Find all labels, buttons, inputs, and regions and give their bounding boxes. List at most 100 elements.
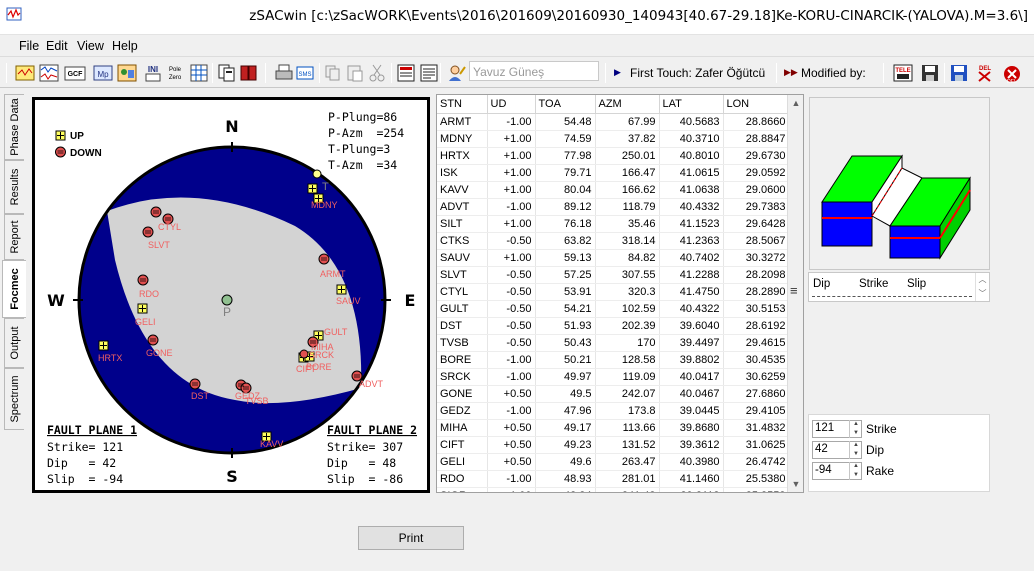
strike-spin-buttons[interactable]: ▲ ▼ <box>849 420 862 438</box>
dip-down-icon[interactable]: ▼ <box>850 450 862 459</box>
ini-icon[interactable]: INI <box>142 62 164 84</box>
tab-focmec[interactable]: Focmec <box>2 260 26 318</box>
table-header: STN UD TOA AZM LAT LON <box>437 95 790 114</box>
analyst-field[interactable]: Yavuz Güneş <box>469 61 599 81</box>
table-cell-stn: ADVT <box>437 198 488 216</box>
down-marker[interactable] <box>147 334 159 346</box>
table-row[interactable]: SILT +1.00 76.18 35.46 41.1523 29.6428 <box>437 215 790 233</box>
down-marker[interactable] <box>142 226 154 238</box>
open-event-icon[interactable] <box>14 62 36 84</box>
down-marker[interactable] <box>150 206 162 218</box>
table-row[interactable]: HRTX +1.00 77.98 250.01 40.8010 29.6730 <box>437 147 790 165</box>
menu-help[interactable]: Help <box>112 39 138 53</box>
beachball-plot[interactable]: N E S W UP DOWN P-Plung=86 P-Azm =254 T-… <box>35 100 427 490</box>
table-row[interactable]: TVSB -0.50 50.43 170 39.4497 29.4615 <box>437 334 790 352</box>
table-row[interactable]: MDNY +1.00 74.59 37.82 40.3710 28.8847 <box>437 130 790 148</box>
scroll-up-arrow[interactable]: ▲ <box>788 95 803 111</box>
rake-down-icon[interactable]: ▼ <box>850 471 862 480</box>
rake-up-icon[interactable]: ▲ <box>850 462 862 471</box>
delete-all-icon[interactable]: DEL <box>1001 62 1023 85</box>
strike-up-icon[interactable]: ▲ <box>850 420 862 429</box>
table-row[interactable]: ADVT -1.00 89.12 118.79 40.4332 29.7383 <box>437 198 790 216</box>
table-row[interactable]: GULT -0.50 54.21 102.59 40.4322 30.5153 <box>437 300 790 318</box>
copy-pages-icon[interactable] <box>216 62 238 84</box>
table-row[interactable]: SAUV +1.00 59.13 84.82 40.7402 30.3272 <box>437 249 790 267</box>
station-label-tvsb: TVSB <box>245 396 269 406</box>
waveform-icon[interactable] <box>38 62 60 84</box>
column-header[interactable]: LON <box>723 95 790 114</box>
column-header[interactable]: UD <box>487 95 536 114</box>
table-row[interactable]: GELI +0.50 49.6 263.47 40.3980 26.4742 <box>437 453 790 471</box>
list-spinner[interactable]: ︿ ﹀ <box>975 273 989 301</box>
table-row[interactable]: ISK +1.00 79.71 166.47 41.0615 29.0592 <box>437 164 790 182</box>
cut-icon[interactable] <box>366 62 388 84</box>
books-icon[interactable] <box>238 62 260 84</box>
table-row[interactable]: MIHA +0.50 49.17 113.66 39.8680 31.4832 <box>437 419 790 437</box>
pole-zero-icon[interactable]: Pole Zero <box>164 62 186 84</box>
strike-down-icon[interactable]: ▼ <box>850 429 862 438</box>
save-icon[interactable] <box>919 62 941 84</box>
copy-icon[interactable] <box>322 62 344 84</box>
menu-file[interactable]: File <box>19 39 39 53</box>
fault-block-diagram <box>809 97 990 270</box>
station-map-icon[interactable] <box>116 62 138 84</box>
tele-icon[interactable]: TELE <box>892 62 914 84</box>
menu-view[interactable]: View <box>77 39 104 53</box>
dip-spin-buttons[interactable]: ▲ ▼ <box>849 441 862 459</box>
table-row[interactable]: GONE +0.50 49.5 242.07 40.0467 27.6860 <box>437 385 790 403</box>
table-row[interactable]: GEDZ -1.00 47.96 173.8 39.0445 29.4105 <box>437 402 790 420</box>
save-as-icon[interactable] <box>948 62 970 84</box>
column-header[interactable]: LAT <box>659 95 724 114</box>
table-row[interactable]: ARMT -1.00 54.48 67.99 40.5683 28.8660 <box>437 113 790 131</box>
compass-east: E <box>405 291 416 310</box>
splitter-grip[interactable]: ≡ <box>790 283 798 298</box>
down-marker[interactable] <box>299 349 309 359</box>
document-icon[interactable] <box>418 62 440 84</box>
table-cell-stn: CIFT <box>437 436 488 454</box>
tab-phase-data[interactable]: Phase Data <box>4 94 24 160</box>
chevron-up-icon[interactable]: ︿ <box>976 273 989 287</box>
table-row[interactable]: KAVV +1.00 80.04 166.62 41.0638 29.0600 <box>437 181 790 199</box>
delete-icon[interactable]: DEL <box>974 62 996 84</box>
table-cell-lon: 29.6428 <box>723 215 790 233</box>
mp-icon[interactable]: Mp <box>92 62 114 84</box>
table-row[interactable]: RDO -1.00 48.93 281.01 41.1460 25.5380 <box>437 470 790 488</box>
table-row[interactable]: BORE -1.00 50.21 128.58 39.8802 30.4535 <box>437 351 790 369</box>
table-row[interactable]: CTYL -0.50 53.91 320.3 41.4750 28.2890 <box>437 283 790 301</box>
column-header[interactable]: AZM <box>595 95 660 114</box>
menu-edit[interactable]: Edit <box>46 39 68 53</box>
table-row[interactable]: CIFT +0.50 49.23 131.52 39.3612 31.0625 <box>437 436 790 454</box>
table-row[interactable]: SIGR-1.0048.84241.4839.211325.8553 <box>437 487 790 492</box>
report-icon[interactable] <box>395 62 417 84</box>
table-row[interactable]: DST -0.50 51.93 202.39 39.6040 28.6192 <box>437 317 790 335</box>
paste-icon[interactable] <box>344 62 366 84</box>
table-cell-toa: 80.04 <box>535 181 596 199</box>
table-cell-lon: 28.8660 <box>723 113 790 131</box>
down-marker[interactable] <box>137 274 149 286</box>
polarity-table[interactable]: STN UD TOA AZM LAT LON ARMT -1.00 54.48 67.… <box>437 95 790 492</box>
table-cell-lat: 40.0417 <box>659 368 724 386</box>
column-header[interactable]: TOA <box>535 95 596 114</box>
title-bar: zSACwin [c:\zSacWORK\Events\2016\201609\… <box>0 0 1034 34</box>
scroll-down-arrow[interactable]: ▼ <box>788 476 803 492</box>
column-header[interactable]: STN <box>437 95 488 114</box>
print-button[interactable]: Print <box>358 526 464 550</box>
tab-output[interactable]: Output <box>4 318 24 368</box>
down-marker[interactable] <box>318 253 330 265</box>
table-row[interactable]: SLVT -0.50 57.25 307.55 41.2288 28.2098 <box>437 266 790 284</box>
dip-up-icon[interactable]: ▲ <box>850 441 862 450</box>
sms-icon[interactable]: SMS <box>294 62 316 84</box>
rake-spin-buttons[interactable]: ▲ ▼ <box>849 462 862 480</box>
tab-report[interactable]: Report <box>4 214 24 260</box>
gcf-icon[interactable]: GCF <box>64 62 86 84</box>
down-marker[interactable] <box>189 378 201 390</box>
table-row[interactable]: SRCK -1.00 49.97 119.09 40.0417 30.6259 <box>437 368 790 386</box>
analyst-icon[interactable] <box>446 62 468 84</box>
table-row[interactable]: CTKS -0.50 63.82 318.14 41.2363 28.5067 <box>437 232 790 250</box>
grid-icon[interactable] <box>188 62 210 84</box>
tab-results[interactable]: Results <box>4 160 24 214</box>
dip-strike-slip-list[interactable]: Dip Strike Slip ︿ ﹀ <box>808 272 990 302</box>
tab-spectrum[interactable]: Spectrum <box>4 368 24 430</box>
print-icon[interactable] <box>273 62 295 84</box>
chevron-down-icon[interactable]: ﹀ <box>976 287 989 301</box>
